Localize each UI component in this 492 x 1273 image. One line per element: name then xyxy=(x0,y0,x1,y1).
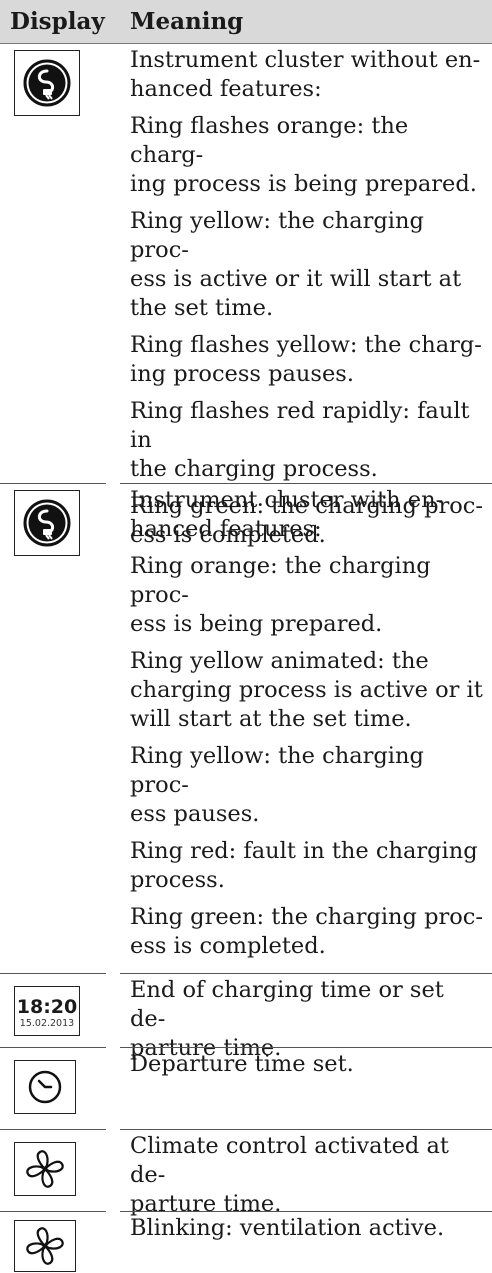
row-divider xyxy=(120,1047,492,1048)
charging-plug-icon xyxy=(14,50,80,116)
meaning-line: Ring yellow: the charging proc- ess paus… xyxy=(130,743,424,827)
table-header: Display Meaning xyxy=(0,0,492,44)
meaning-line: Instrument cluster without en- hanced fe… xyxy=(130,47,481,102)
departure-time-icon xyxy=(14,1060,76,1114)
meaning-line: Instrument cluster with en- hanced featu… xyxy=(130,487,444,542)
meaning-line: Ring yellow animated: the charging proce… xyxy=(130,648,483,732)
clock-time: 18:20 xyxy=(16,996,78,1018)
meaning-line: Blinking: ventilation active. xyxy=(130,1215,445,1241)
row-meaning: Climate control activated at de- parture… xyxy=(130,1132,486,1227)
meaning-line: Ring flashes red rapidly: fault in the c… xyxy=(130,398,470,482)
meaning-line: Ring yellow: the charging proc- ess is a… xyxy=(130,208,462,321)
clock-date: 15.02.2013 xyxy=(19,1018,75,1029)
display-column-header: Display xyxy=(10,8,105,35)
meaning-line: Ring flashes yellow: the charg- ing proc… xyxy=(130,332,482,387)
row-meaning: Departure time set. xyxy=(130,1050,486,1087)
meaning-line: Ring red: fault in the charging process. xyxy=(130,838,478,893)
meaning-line: Ring green: the charging proc- ess is co… xyxy=(130,904,484,959)
fan-icon xyxy=(14,1220,76,1272)
fan-icon xyxy=(14,1142,76,1196)
row-divider xyxy=(120,1211,492,1212)
meaning-line: Ring orange: the charging proc- ess is b… xyxy=(130,553,431,637)
row-meaning: Instrument cluster with en- hanced featu… xyxy=(130,486,486,969)
row-divider xyxy=(0,483,106,484)
row-divider xyxy=(120,483,492,484)
row-divider xyxy=(0,1129,106,1130)
row-divider xyxy=(120,1129,492,1130)
meaning-line: Climate control activated at de- parture… xyxy=(130,1133,449,1217)
row-meaning: Blinking: ventilation active. xyxy=(130,1214,486,1251)
row-meaning: Instrument cluster without en- hanced fe… xyxy=(130,46,486,558)
row-divider xyxy=(0,1047,106,1048)
clock-display-icon: 18:20 15.02.2013 xyxy=(14,986,80,1036)
meaning-line: Departure time set. xyxy=(130,1051,354,1077)
charging-plug-icon xyxy=(14,490,80,556)
row-divider xyxy=(0,973,106,974)
row-divider xyxy=(120,973,492,974)
meaning-line: Ring flashes orange: the charg- ing proc… xyxy=(130,113,477,197)
meaning-column-header: Meaning xyxy=(130,8,244,35)
row-divider xyxy=(0,1211,106,1212)
